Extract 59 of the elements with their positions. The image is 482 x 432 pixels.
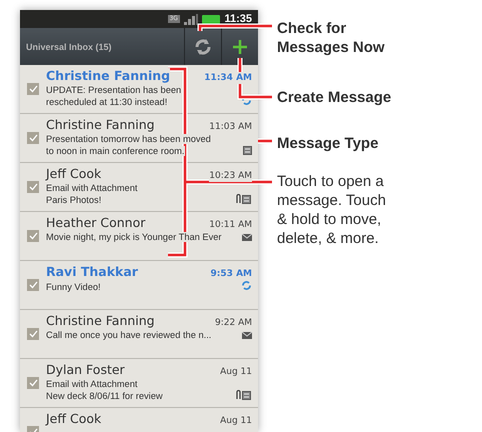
callout-heading: Check for Messages Now [277, 19, 386, 57]
message-icon [243, 146, 252, 155]
checkmark-icon [28, 232, 38, 240]
message-preview: Email with Attachment [46, 379, 138, 389]
callout-heading: Message Type [277, 134, 380, 153]
message-preview: New deck 8/06/11 for review [46, 391, 163, 401]
checkmark-icon [28, 330, 38, 338]
envelope-icon [242, 234, 252, 241]
inbox-title: Universal Inbox (15) [25, 42, 113, 52]
message-time: 10:23 AM [209, 170, 252, 182]
envelope-icon [242, 332, 252, 339]
sender-name: Christine Fanning [46, 117, 155, 133]
message-row[interactable]: Dylan Foster Aug 11 Email with Attachment New deck 8/06/11 for review [20, 359, 258, 408]
sender-name: Jeff Cook [46, 166, 102, 182]
message-row[interactable]: Christine Fanning 9:22 AM Call me once you have reviewed the n... [20, 310, 258, 359]
message-preview: rescheduled at 11:30 instead! [46, 97, 168, 107]
attachment-message-icon [235, 390, 252, 400]
checkbox[interactable] [27, 230, 39, 242]
message-preview: Movie night, my pick is Younger Than Ever [46, 232, 222, 242]
message-preview: UPDATE: Presentation has been [46, 85, 182, 95]
message-row[interactable]: Heather Connor 10:11 AM Movie night, my pick is Younger Than Ever [20, 212, 258, 261]
checkmark-icon [28, 85, 38, 93]
checkbox[interactable] [27, 181, 39, 193]
message-row[interactable]: Christine Fanning 11:34 AM UPDATE: Presentation has been rescheduled at 11:30 instead! [20, 65, 258, 114]
message-preview: Email with Attachment [46, 183, 138, 193]
message-preview: to noon in main conference room. [46, 146, 185, 156]
message-preview: Paris Photos! [46, 195, 102, 205]
checkbox[interactable] [27, 377, 39, 389]
refresh-icon [194, 38, 212, 56]
message-time: Aug 11 [220, 366, 252, 378]
message-time: 11:34 AM [204, 72, 252, 84]
attachment-message-icon [235, 194, 252, 204]
sender-name: Christine Fanning [46, 68, 170, 84]
sender-name: Jeff Cook [46, 411, 102, 427]
message-preview: Funny Video! [46, 282, 101, 292]
checkbox[interactable] [27, 328, 39, 340]
callout-text: Touch to open a message. Touch & hold to move, delete, & more. [277, 172, 387, 248]
callout-heading: Create Message [277, 88, 392, 107]
checkbox[interactable] [27, 132, 39, 144]
sync-icon [241, 280, 252, 291]
plus-icon [232, 38, 248, 54]
battery-icon [202, 14, 220, 24]
checkmark-icon [28, 134, 38, 142]
sender-name: Dylan Foster [46, 362, 125, 378]
clock-time: 11:35 [224, 13, 252, 25]
signal-icon [184, 14, 198, 24]
checkbox[interactable] [27, 83, 39, 95]
message-preview: Call me once you have reviewed the n... [46, 330, 212, 340]
checkmark-icon [28, 281, 38, 289]
message-row[interactable]: Jeff Cook Aug 11 [20, 408, 258, 432]
checkbox[interactable] [27, 279, 39, 291]
message-time: Aug 11 [220, 415, 252, 427]
sender-name: Christine Fanning [46, 313, 155, 329]
message-row[interactable]: Ravi Thakkar 9:53 AM Funny Video! [20, 261, 258, 310]
checkmark-icon [28, 379, 38, 387]
message-row[interactable]: Jeff Cook 10:23 AM Email with Attachment Paris Photos! [20, 163, 258, 212]
message-preview: Presentation tomorrow has been moved [46, 134, 211, 144]
checkmark-icon [28, 183, 38, 191]
message-row[interactable]: Christine Fanning 11:03 AM Presentation tomorrow has been moved to noon in main conference room. [20, 114, 258, 163]
